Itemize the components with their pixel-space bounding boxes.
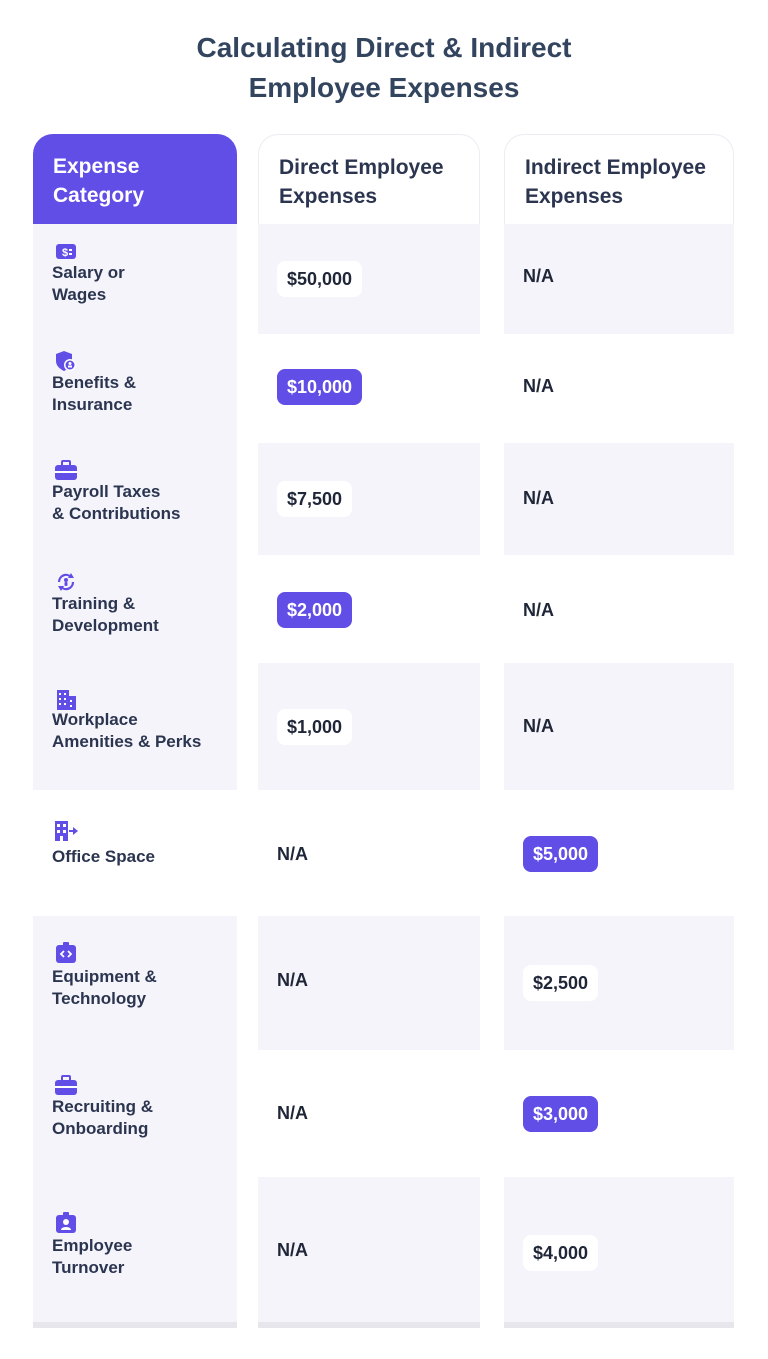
direct-value: N/A [277, 1103, 308, 1123]
direct-value: N/A [277, 1240, 308, 1260]
indirect-header-line-1: Indirect Employee [525, 156, 706, 179]
category-label-line: Development [52, 616, 159, 635]
indirect-value: $5,000 [523, 836, 599, 872]
page-title: Calculating Direct & Indirect Employee E… [0, 28, 768, 108]
category-label-line: Payroll Taxes [52, 482, 161, 501]
direct-value: $1,000 [277, 709, 353, 745]
indirect-header: Indirect Employee Expenses [504, 134, 734, 224]
direct-value: N/A [277, 844, 308, 864]
indirect-cell: $5,000 [504, 790, 734, 916]
category-label: Salary or Wages [52, 262, 125, 306]
direct-column: Direct Employee Expenses $50,000 $10,000 $… [258, 134, 480, 1328]
category-label-line: Insurance [52, 395, 133, 414]
category-label: Office Space [52, 846, 155, 868]
indirect-cell: N/A [504, 224, 734, 334]
direct-cell: $50,000 [258, 224, 480, 334]
column-bottom-bar [33, 1322, 237, 1328]
office-arrow-icon [54, 820, 78, 842]
direct-header-line-1: Direct Employee [279, 156, 444, 179]
svg-text:$: $ [62, 247, 68, 259]
direct-value: N/A [277, 970, 308, 990]
direct-header-line-2: Expenses [279, 185, 378, 208]
direct-header: Direct Employee Expenses [258, 134, 480, 224]
category-label-line: Salary or [52, 263, 125, 282]
direct-value: $50,000 [277, 261, 363, 297]
indirect-value: N/A [523, 716, 554, 736]
code-badge-icon [54, 942, 78, 964]
training-cycle-icon [54, 571, 78, 593]
category-cell-training-development: Training & Development [33, 555, 237, 663]
direct-cell: N/A [258, 1050, 480, 1177]
indirect-value: $3,000 [523, 1096, 599, 1132]
category-label-line: Workplace [52, 710, 138, 729]
category-cell-employee-turnover: Employee Turnover [33, 1177, 237, 1322]
category-label-line: Employee [52, 1236, 133, 1255]
category-cell-equipment-technology: Equipment & Technology [33, 916, 237, 1050]
indirect-value: N/A [523, 488, 554, 508]
category-label-line: Recruiting & [52, 1097, 154, 1116]
id-badge-icon [54, 1212, 78, 1234]
briefcase-icon [54, 1074, 78, 1096]
column-bottom-bar [504, 1322, 734, 1328]
category-header: Expense Category [33, 134, 237, 224]
indirect-cell: N/A [504, 663, 734, 790]
indirect-value: $2,500 [523, 965, 599, 1001]
indirect-cell: N/A [504, 555, 734, 663]
indirect-header-line-2: Expenses [525, 185, 624, 208]
direct-cell: N/A [258, 1177, 480, 1322]
direct-cell: N/A [258, 916, 480, 1050]
title-line-1: Calculating Direct & Indirect [196, 32, 572, 63]
category-cell-office-space: Office Space [33, 790, 237, 916]
shield-user-icon [54, 350, 78, 372]
indirect-cell: $2,500 [504, 916, 734, 1050]
category-label: Recruiting & Onboarding [52, 1096, 153, 1140]
category-label-line: & Contributions [52, 504, 181, 523]
indirect-cell: N/A [504, 334, 734, 443]
category-cell-salary-or-wages: $ Salary or Wages [33, 224, 237, 334]
category-label-line: Benefits & [52, 373, 137, 392]
title-line-2: Employee Expenses [248, 72, 520, 103]
building-icon [54, 689, 78, 711]
category-label: Training & Development [52, 593, 159, 637]
indirect-value: N/A [523, 266, 554, 286]
indirect-value: N/A [523, 376, 554, 396]
category-column: Expense Category $ Salary or Wages Benefits… [33, 134, 237, 1328]
category-label: Payroll Taxes & Contributions [52, 481, 180, 525]
indirect-value: $4,000 [523, 1235, 599, 1271]
category-label-line: Onboarding [52, 1119, 149, 1138]
category-label-line: Turnover [52, 1258, 125, 1277]
indirect-value: N/A [523, 600, 554, 620]
category-label: Equipment & Technology [52, 966, 157, 1010]
indirect-cell: N/A [504, 443, 734, 555]
category-label: Workplace Amenities & Perks [52, 709, 201, 753]
direct-cell: $7,500 [258, 443, 480, 555]
category-label-line: Office Space [52, 847, 155, 866]
category-label-line: Technology [52, 989, 147, 1008]
category-cell-payroll-taxes-contributions: Payroll Taxes & Contributions [33, 443, 237, 555]
direct-cell: $1,000 [258, 663, 480, 790]
category-label: Employee Turnover [52, 1235, 132, 1279]
direct-cell: N/A [258, 790, 480, 916]
category-header-line-2: Category [53, 184, 145, 207]
direct-cell: $10,000 [258, 334, 480, 443]
briefcase-icon [54, 459, 78, 481]
category-cell-recruiting-onboarding: Recruiting & Onboarding [33, 1050, 237, 1177]
category-label-line: Wages [52, 285, 107, 304]
direct-value: $2,000 [277, 592, 353, 628]
direct-value: $7,500 [277, 481, 353, 517]
category-label-line: Training & [52, 594, 136, 613]
indirect-column: Indirect Employee Expenses N/A N/A N/A N/A N… [504, 134, 734, 1328]
category-label: Benefits & Insurance [52, 372, 136, 416]
category-cell-benefits-insurance: Benefits & Insurance [33, 334, 237, 443]
category-header-line-1: Expense [53, 155, 140, 178]
indirect-cell: $4,000 [504, 1177, 734, 1322]
category-label-line: Amenities & Perks [52, 732, 202, 751]
dollar-bill-icon: $ [54, 240, 78, 262]
indirect-cell: $3,000 [504, 1050, 734, 1177]
direct-cell: $2,000 [258, 555, 480, 663]
category-cell-workplace-amenities-perks: Workplace Amenities & Perks [33, 663, 237, 790]
column-bottom-bar [258, 1322, 480, 1328]
category-label-line: Equipment & [52, 967, 157, 986]
direct-value: $10,000 [277, 369, 363, 405]
